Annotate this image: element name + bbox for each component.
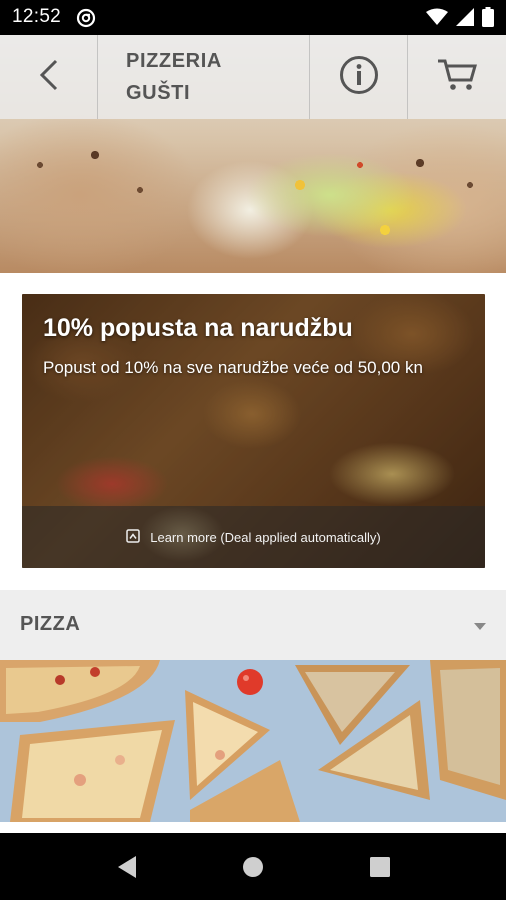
title-line-2: GUŠTI bbox=[126, 82, 191, 104]
app-header: PIZZERIA GUŠTI bbox=[0, 35, 506, 119]
system-icons bbox=[426, 7, 494, 32]
content-divider bbox=[0, 822, 506, 833]
chevron-down-icon bbox=[474, 623, 486, 630]
info-icon bbox=[339, 55, 379, 100]
cart-button[interactable] bbox=[408, 35, 506, 119]
signal-icon bbox=[456, 8, 474, 31]
pizza-illustration bbox=[0, 660, 506, 822]
do-not-disturb-icon bbox=[76, 8, 96, 28]
deal-title: 10% popusta na narudžbu bbox=[43, 314, 353, 342]
category-pizza[interactable]: PIZZA bbox=[0, 590, 506, 660]
restaurant-title: PIZZERIA GUŠTI bbox=[98, 35, 310, 119]
info-square-icon bbox=[126, 528, 140, 546]
title-line-1: PIZZERIA bbox=[126, 50, 222, 72]
info-button[interactable] bbox=[310, 35, 408, 119]
learn-more-label: Learn more (Deal applied automatically) bbox=[150, 529, 381, 545]
cart-icon bbox=[437, 58, 477, 97]
battery-icon bbox=[482, 7, 494, 32]
back-button[interactable] bbox=[0, 35, 98, 119]
wifi-icon bbox=[426, 8, 448, 31]
home-icon[interactable] bbox=[242, 856, 264, 883]
status-time: 12:52 bbox=[12, 6, 62, 27]
back-arrow-icon bbox=[38, 59, 60, 96]
learn-more-link[interactable]: Learn more (Deal applied automatically) bbox=[22, 506, 485, 568]
pizza-category-image bbox=[0, 660, 506, 822]
system-nav-bar bbox=[0, 833, 506, 900]
deal-card[interactable]: 10% popusta na narudžbu Popust od 10% na… bbox=[22, 294, 485, 568]
status-bar: 12:52 bbox=[0, 0, 506, 35]
back-icon[interactable] bbox=[116, 855, 138, 884]
recents-icon[interactable] bbox=[370, 857, 390, 882]
deal-description: Popust od 10% na sve narudžbe veće od 50… bbox=[43, 358, 423, 377]
category-label: PIZZA bbox=[20, 613, 81, 635]
